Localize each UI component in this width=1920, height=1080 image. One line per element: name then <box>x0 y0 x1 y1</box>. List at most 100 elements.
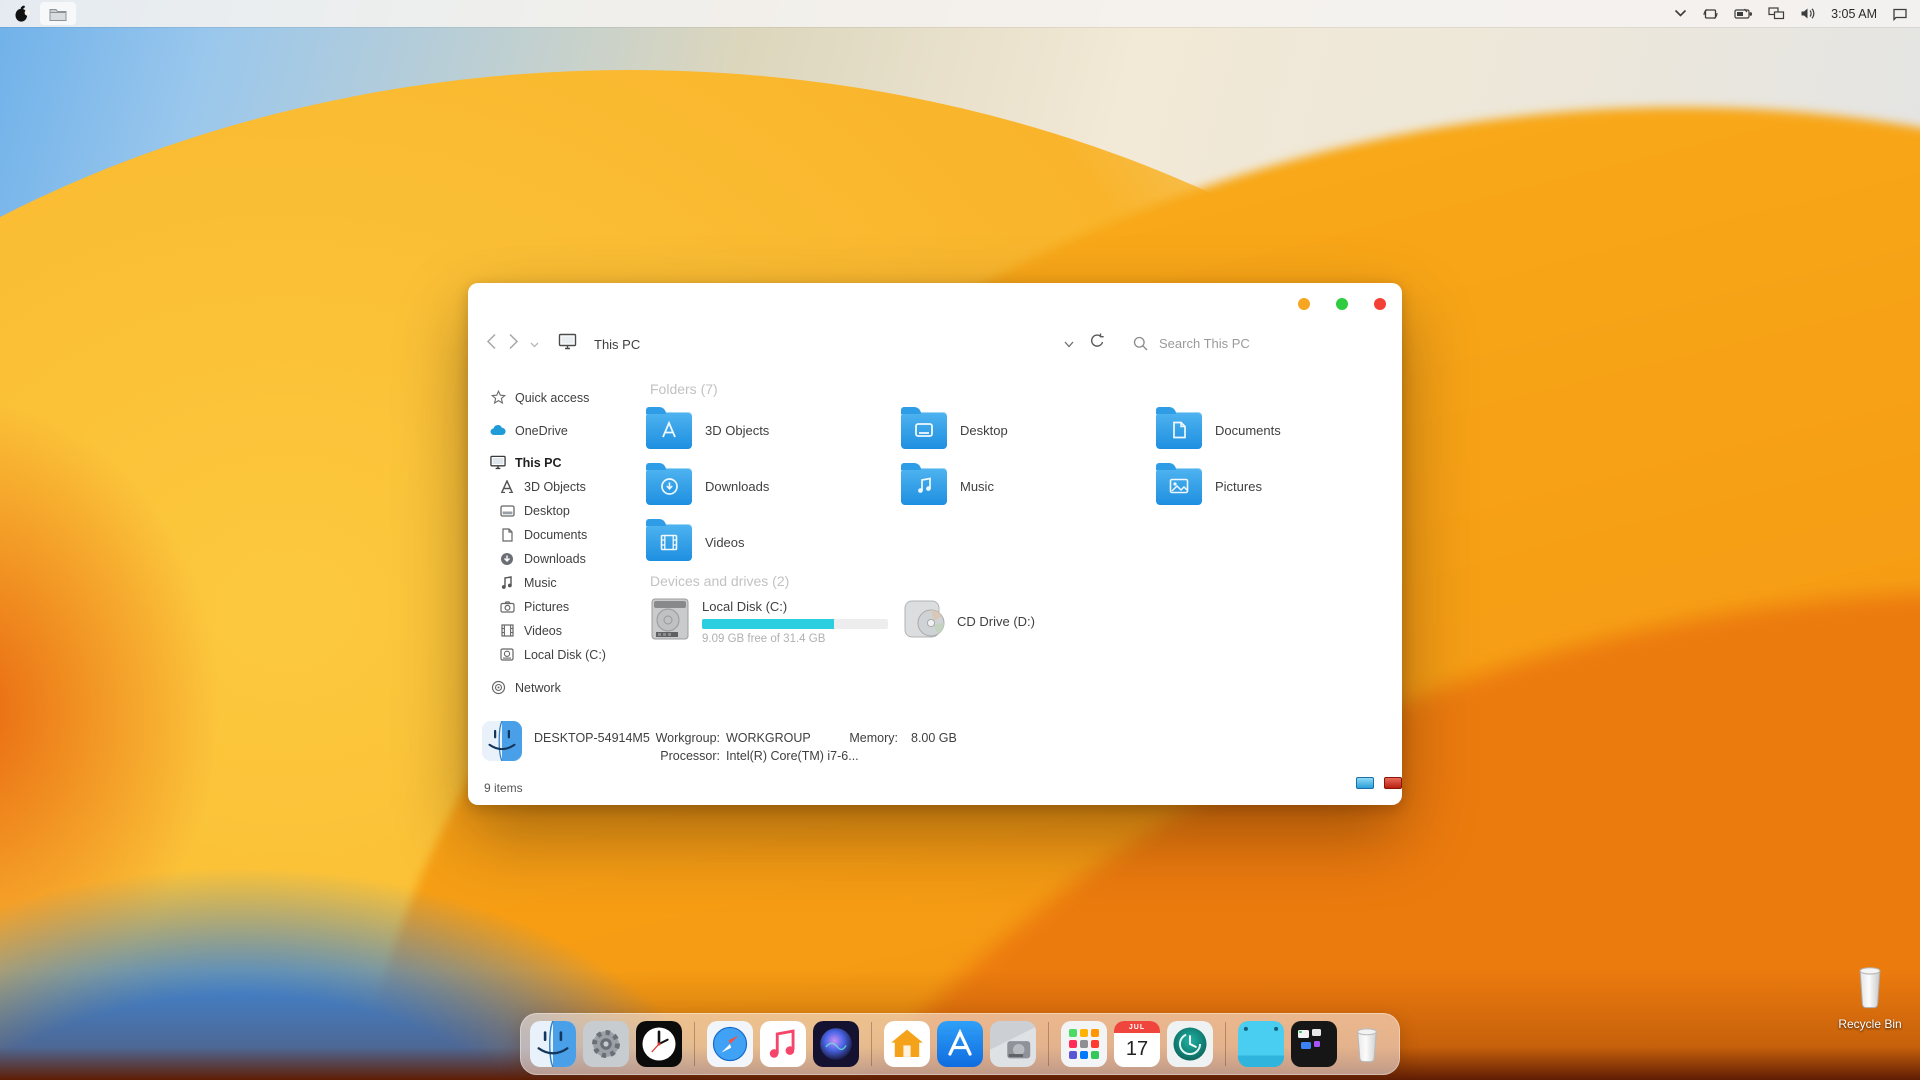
sidebar-item-network[interactable]: Network <box>490 677 640 698</box>
close-button[interactable] <box>1374 298 1386 310</box>
folder-icon <box>1156 468 1202 505</box>
sidebar: Quick access OneDrive This PC <box>490 387 640 698</box>
dock-time-machine-icon[interactable] <box>1167 1021 1213 1067</box>
memory-label: Memory: <box>838 731 898 745</box>
minimize-button[interactable] <box>1298 298 1310 310</box>
desktop: 3:05 AM <box>0 0 1920 1080</box>
sidebar-item-3d-objects[interactable]: 3D Objects <box>499 476 640 497</box>
sidebar-item-pictures[interactable]: Pictures <box>499 596 640 617</box>
disk-free-text: 9.09 GB free of 31.4 GB <box>702 633 888 645</box>
sidebar-item-videos[interactable]: Videos <box>499 620 640 641</box>
cloud-icon <box>490 425 506 436</box>
forward-button[interactable] <box>508 333 519 355</box>
tray-chevron-icon[interactable] <box>1674 9 1687 18</box>
folder-tile-documents[interactable]: Documents <box>1156 405 1401 455</box>
dock-stickies-icon[interactable] <box>1238 1021 1284 1067</box>
folders-header: Folders (7) <box>650 381 718 397</box>
window-controls <box>1298 298 1386 310</box>
folder-tile-3d-objects[interactable]: 3D Objects <box>646 405 891 455</box>
active-app-indicator[interactable] <box>40 2 76 25</box>
search-box[interactable] <box>1133 336 1329 351</box>
dock-clock-icon[interactable] <box>636 1021 682 1067</box>
music-note-icon <box>499 576 515 590</box>
this-pc-icon <box>558 333 577 355</box>
dock-mission-control-icon[interactable] <box>1291 1021 1337 1067</box>
finder-logo <box>482 721 522 766</box>
view-toggles <box>1356 777 1402 789</box>
folder-icon <box>901 412 947 449</box>
clock[interactable]: 3:05 AM <box>1831 7 1877 21</box>
dock-safari-icon[interactable] <box>707 1021 753 1067</box>
dock-launchpad-icon[interactable] <box>1061 1021 1107 1067</box>
sidebar-item-desktop[interactable]: Desktop <box>499 500 640 521</box>
drive-tile-cd[interactable]: CD Drive (D:) <box>901 597 1035 646</box>
drive-tile-local-disk[interactable]: Local Disk (C:) 9.09 GB free of 31.4 GB <box>646 597 888 646</box>
dock-music-icon[interactable] <box>760 1021 806 1067</box>
dock-divider <box>1048 1022 1049 1066</box>
dock-trash-icon[interactable] <box>1344 1021 1390 1067</box>
workgroup-label: Workgroup: <box>618 731 720 745</box>
dock-divider <box>694 1022 695 1066</box>
refresh-button[interactable] <box>1090 333 1105 354</box>
disk-usage-fill <box>702 619 834 629</box>
drive-label: CD Drive (D:) <box>957 614 1035 629</box>
calendar-day: 17 <box>1126 1033 1148 1065</box>
drive-label: Local Disk (C:) <box>702 599 888 614</box>
notification-center-icon[interactable] <box>1892 7 1908 21</box>
dock-settings-icon[interactable] <box>583 1021 629 1067</box>
icons-view-button[interactable] <box>1384 777 1402 789</box>
folder-icon <box>901 468 947 505</box>
dock-home-icon[interactable] <box>884 1021 930 1067</box>
details-view-button[interactable] <box>1356 777 1374 789</box>
sidebar-item-this-pc[interactable]: This PC <box>490 452 640 473</box>
dock-app-store-icon[interactable] <box>937 1021 983 1067</box>
memory-value: 8.00 GB <box>911 731 957 745</box>
sidebar-item-quick-access[interactable]: Quick access <box>490 387 640 408</box>
processor-label: Processor: <box>618 749 720 763</box>
sidebar-item-documents[interactable]: Documents <box>499 524 640 545</box>
search-input[interactable] <box>1159 336 1329 351</box>
disk-usage-bar <box>702 619 888 629</box>
volume-icon[interactable] <box>1800 7 1816 20</box>
breadcrumb[interactable]: This PC <box>594 337 640 352</box>
recycle-bin[interactable]: Recycle Bin <box>1838 962 1902 1031</box>
folder-icon <box>646 412 692 449</box>
dock-siri-icon[interactable] <box>813 1021 859 1067</box>
sidebar-item-downloads[interactable]: Downloads <box>499 548 640 569</box>
folder-tile-videos[interactable]: Videos <box>646 517 891 567</box>
folder-tile-downloads[interactable]: Downloads <box>646 461 891 511</box>
recycle-bin-label: Recycle Bin <box>1838 1017 1902 1031</box>
network-icon[interactable] <box>1768 7 1785 20</box>
dock-disk-utility-icon[interactable] <box>990 1021 1036 1067</box>
folder-tile-music[interactable]: Music <box>901 461 1146 511</box>
back-button[interactable] <box>486 333 497 355</box>
cd-drive-icon <box>901 597 949 646</box>
folder-icon <box>1156 412 1202 449</box>
status-bar-item-count: 9 items <box>484 781 523 795</box>
folder-tile-desktop[interactable]: Desktop <box>901 405 1146 455</box>
document-icon <box>499 528 515 542</box>
devices-header: Devices and drives (2) <box>650 573 789 589</box>
zoom-button[interactable] <box>1336 298 1348 310</box>
desktop-icon <box>499 505 515 517</box>
dock-calendar-icon[interactable]: JUL 17 <box>1114 1021 1160 1067</box>
dock-finder-icon[interactable] <box>530 1021 576 1067</box>
navigation-toolbar: This PC <box>486 333 640 355</box>
folder-icon <box>646 524 692 561</box>
star-icon <box>490 390 506 405</box>
sidebar-item-music[interactable]: Music <box>499 572 640 593</box>
folder-tile-pictures[interactable]: Pictures <box>1156 461 1401 511</box>
toolbar-right <box>1064 333 1329 354</box>
search-icon <box>1133 336 1148 351</box>
3d-objects-icon <box>499 480 515 493</box>
battery-icon[interactable] <box>1734 8 1753 20</box>
film-icon <box>499 624 515 637</box>
recent-locations-button[interactable] <box>530 335 539 353</box>
apple-menu-icon[interactable] <box>13 4 30 23</box>
processor-value: Intel(R) Core(TM) i7-6... <box>726 749 859 763</box>
sidebar-item-local-disk[interactable]: Local Disk (C:) <box>499 644 640 665</box>
address-dropdown-button[interactable] <box>1064 335 1074 353</box>
rotation-lock-icon[interactable] <box>1702 7 1719 21</box>
monitor-icon <box>490 455 506 470</box>
sidebar-item-onedrive[interactable]: OneDrive <box>490 420 640 441</box>
